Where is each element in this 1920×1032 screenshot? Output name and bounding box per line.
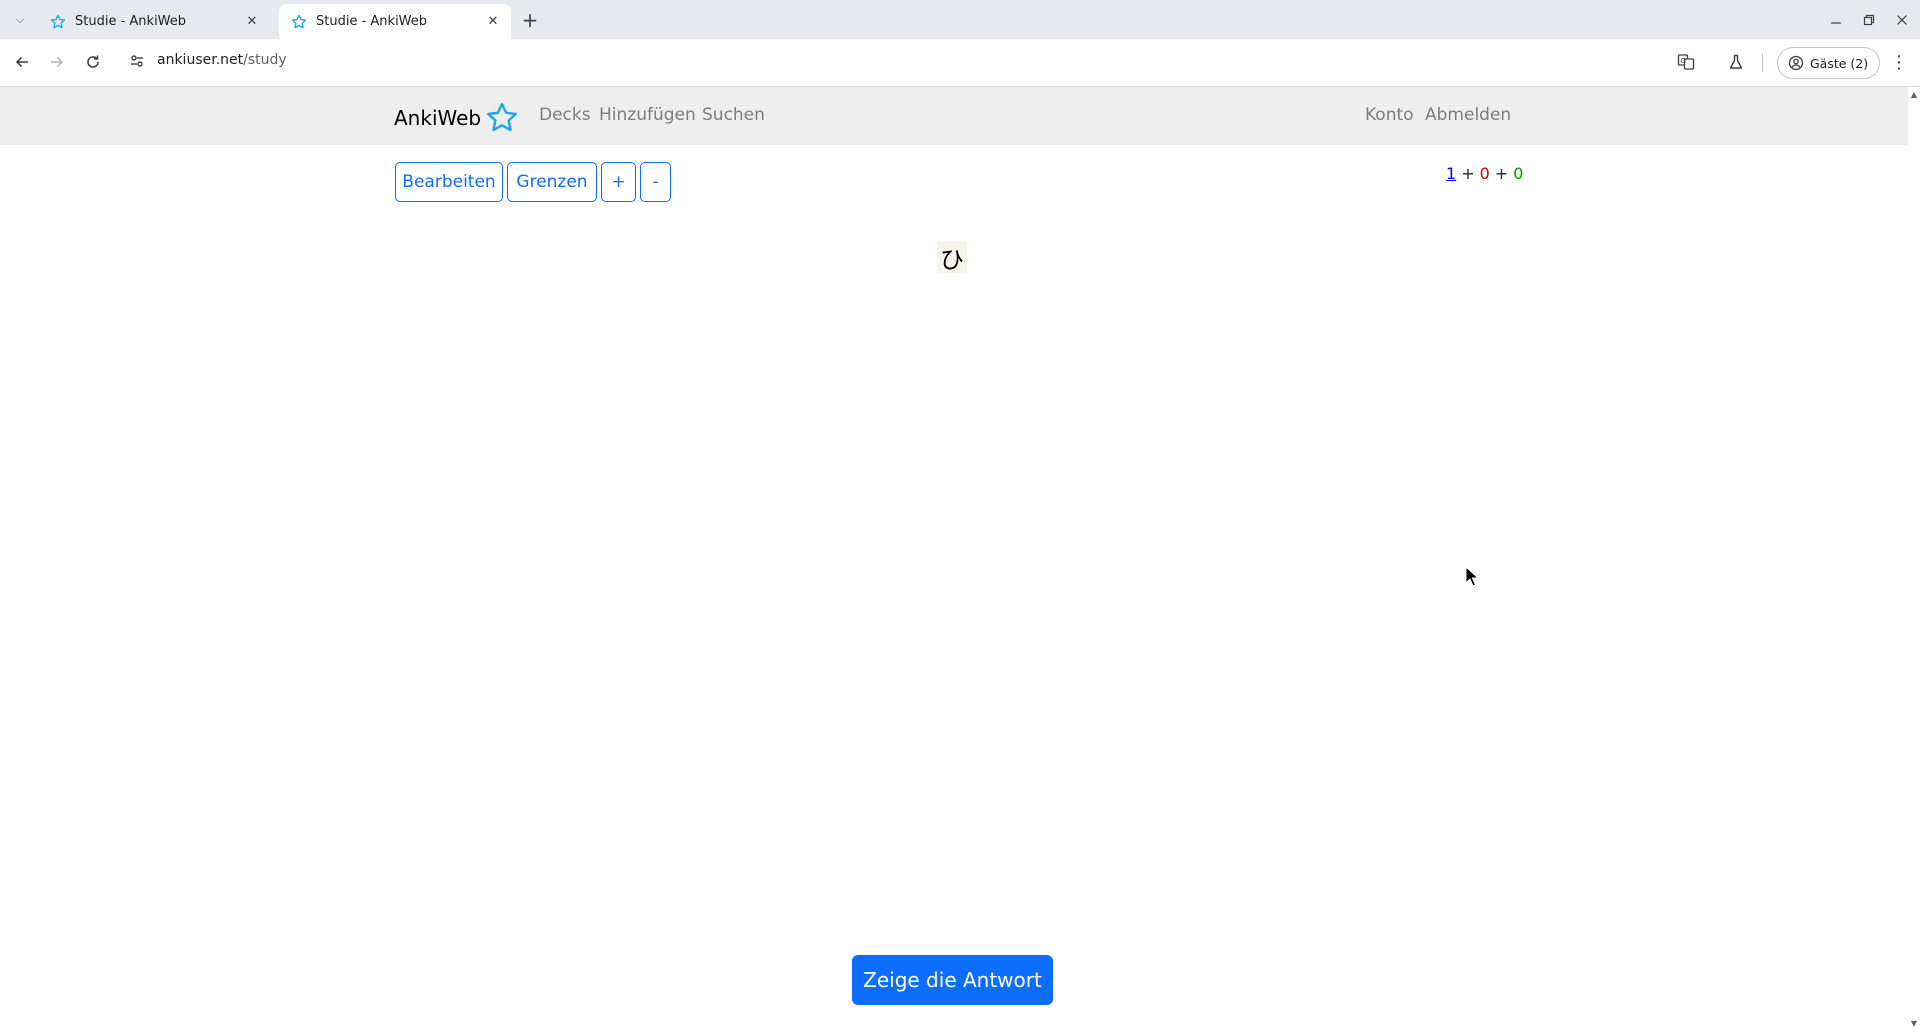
scroll-down-arrow-icon[interactable]: ▼	[1908, 1019, 1920, 1031]
decrease-button[interactable]: -	[640, 162, 671, 202]
brand-link[interactable]: AnkiWeb	[394, 102, 518, 134]
site-info-tune-icon[interactable]	[127, 51, 147, 71]
window-close-icon[interactable]	[1890, 8, 1914, 32]
mouse-cursor-icon	[1465, 566, 1479, 587]
learning-count: 0	[1479, 164, 1490, 183]
minimize-icon[interactable]	[1824, 8, 1848, 32]
card-question: ひ	[937, 241, 967, 274]
nav-add-link[interactable]: Hinzufügen	[599, 105, 696, 125]
count-separator: +	[1461, 164, 1475, 183]
address-bar[interactable]: ankiuser.net/study	[157, 52, 287, 68]
tab-strip: ⌵ Studie - AnkiWeb ✕ Studie - AnkiWeb ✕ …	[0, 0, 1920, 39]
ankiweb-favicon-icon	[50, 14, 66, 30]
new-count: 1	[1446, 164, 1457, 183]
limits-button[interactable]: Grenzen	[507, 162, 597, 202]
profile-label: Gäste (2)	[1810, 55, 1869, 71]
url-host: ankiuser.net	[157, 52, 244, 68]
labs-flask-icon[interactable]	[1725, 51, 1747, 73]
forward-arrow-icon[interactable]	[44, 49, 70, 75]
web-page: AnkiWeb Decks Hinzufügen Suchen Konto Ab…	[0, 87, 1908, 1032]
nav-search-link[interactable]: Suchen	[702, 105, 765, 125]
profile-button[interactable]: Gäste (2)	[1777, 47, 1881, 79]
brand-name: AnkiWeb	[394, 106, 482, 130]
tab-search-chevron-icon[interactable]: ⌵	[9, 10, 31, 30]
tab-close-icon[interactable]: ✕	[244, 14, 260, 30]
svg-text:G: G	[1681, 57, 1686, 65]
nav-logout-link[interactable]: Abmelden	[1425, 105, 1511, 125]
scroll-up-arrow-icon[interactable]: ▲	[1908, 90, 1920, 102]
profile-avatar-icon	[1788, 55, 1804, 71]
site-navbar: AnkiWeb Decks Hinzufügen Suchen Konto Ab…	[0, 87, 1908, 145]
review-count: 0	[1513, 164, 1524, 183]
browser-tab-2[interactable]: Studie - AnkiWeb ✕	[279, 4, 511, 39]
due-counts: 1 + 0 + 0	[1446, 164, 1523, 183]
new-tab-plus-icon[interactable]: +	[518, 8, 542, 32]
toolbar-divider	[1762, 54, 1763, 72]
show-answer-button[interactable]: Zeige die Antwort	[852, 955, 1053, 1005]
url-path: /study	[243, 52, 287, 68]
tab-title: Studie - AnkiWeb	[316, 14, 428, 29]
count-separator: +	[1494, 164, 1509, 183]
edit-button[interactable]: Bearbeiten	[395, 162, 503, 202]
browser-tab-1[interactable]: Studie - AnkiWeb ✕	[38, 4, 270, 39]
anki-star-logo-icon	[487, 102, 518, 132]
nav-decks-link[interactable]: Decks	[539, 105, 591, 125]
ankiweb-favicon-icon	[291, 14, 307, 30]
restore-icon[interactable]	[1857, 8, 1881, 32]
page-scrollbar[interactable]	[1908, 87, 1920, 1032]
nav-account-link[interactable]: Konto	[1365, 105, 1414, 125]
translate-icon[interactable]: G	[1675, 51, 1697, 73]
browser-toolbar: ankiuser.net/study G Gäste (2) ⋮	[0, 39, 1920, 87]
back-arrow-icon[interactable]	[9, 49, 35, 75]
reload-icon[interactable]	[80, 49, 106, 75]
increase-button[interactable]: +	[601, 162, 636, 202]
tab-close-icon[interactable]: ✕	[485, 14, 501, 30]
tab-title: Studie - AnkiWeb	[75, 14, 187, 29]
browser-menu-kebab-icon[interactable]: ⋮	[1890, 51, 1908, 73]
